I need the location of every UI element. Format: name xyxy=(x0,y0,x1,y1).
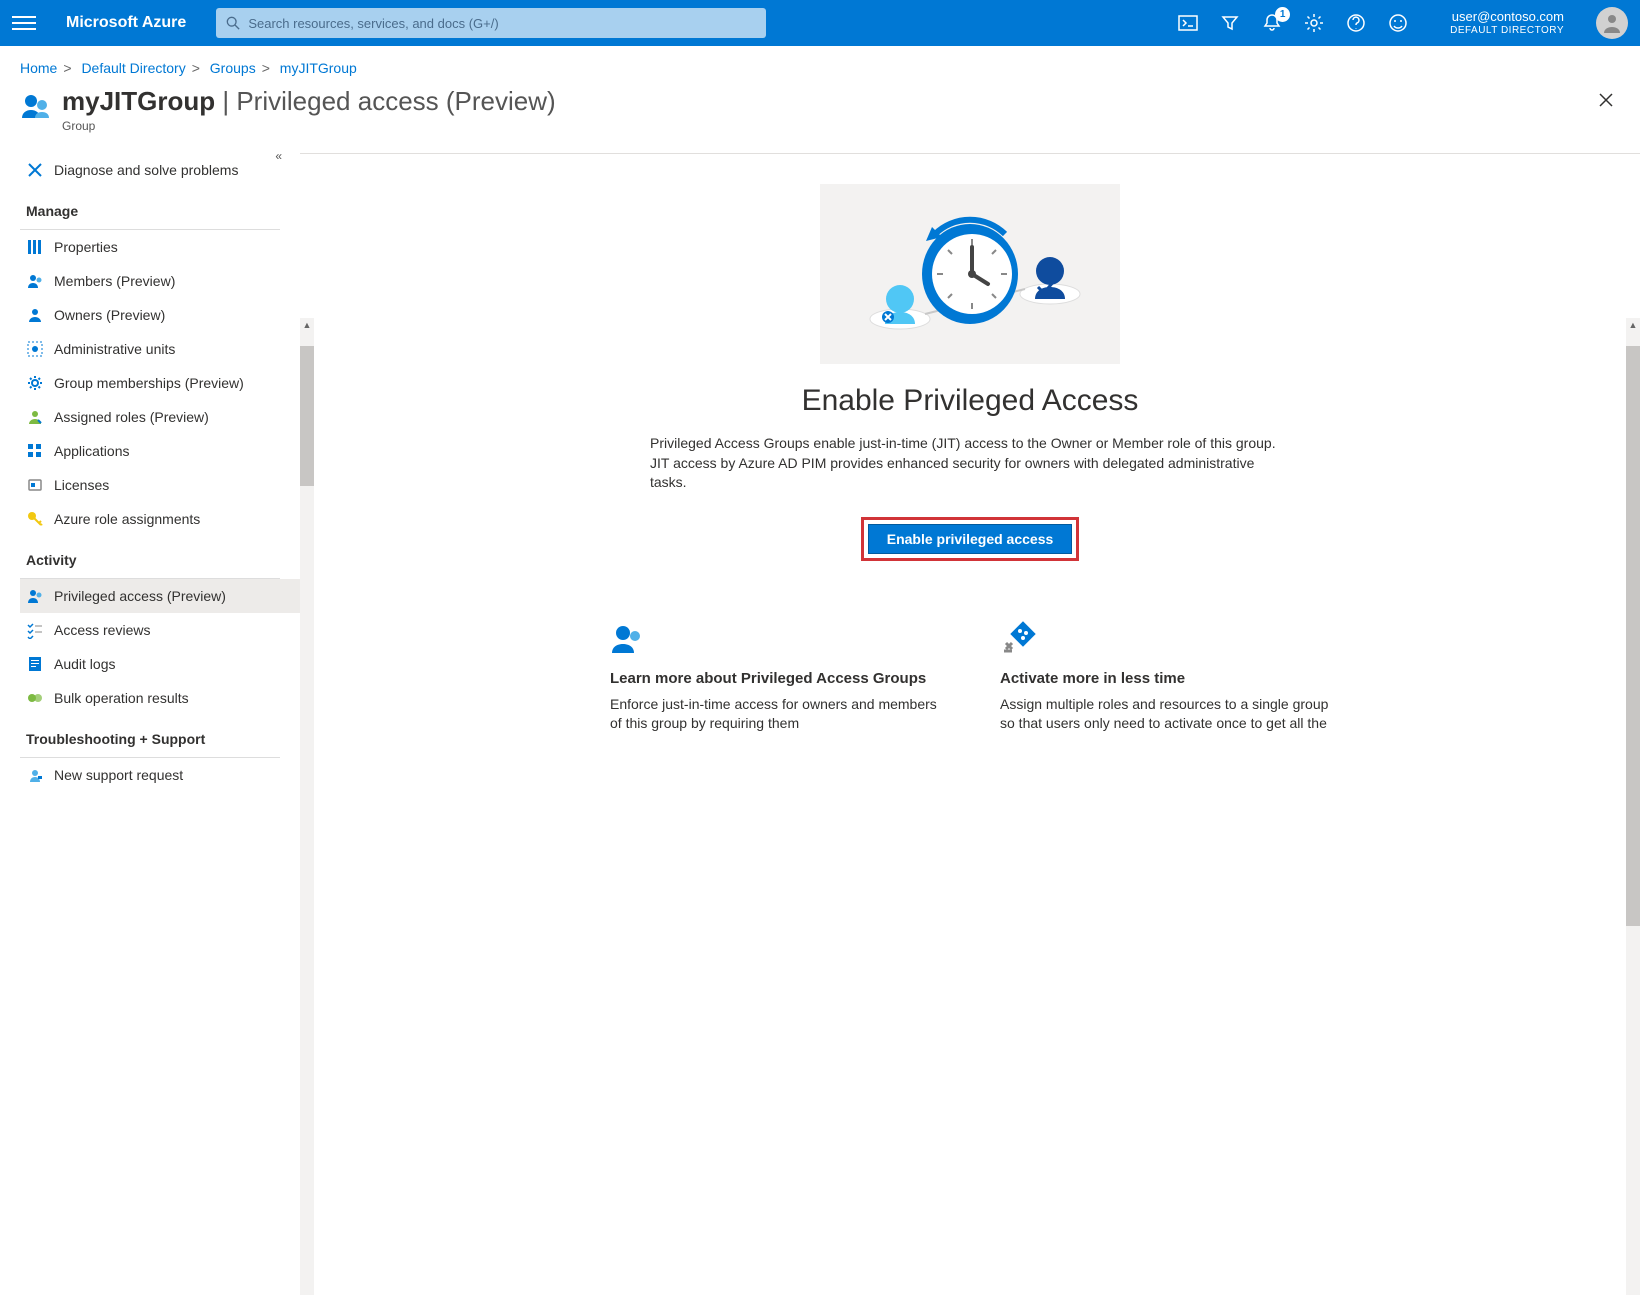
sidebar-item-label: Members (Preview) xyxy=(54,273,175,289)
sidebar-item-label: Audit logs xyxy=(54,656,115,672)
filter-icon[interactable] xyxy=(1220,13,1240,33)
sidebar-item-properties[interactable]: Properties xyxy=(20,230,300,264)
members-icon xyxy=(610,621,646,657)
sidebar-item-label: Group memberships (Preview) xyxy=(54,375,244,391)
sidebar-item-label: Diagnose and solve problems xyxy=(54,162,238,178)
help-icon[interactable] xyxy=(1346,13,1366,33)
sidebar-item-owners-preview-[interactable]: Owners (Preview) xyxy=(20,298,300,332)
sidebar-item-label: Applications xyxy=(54,443,130,459)
info-col-activate: Activate more in less time Assign multip… xyxy=(1000,621,1330,734)
diagnose-icon xyxy=(26,161,44,179)
activate-icon xyxy=(1000,621,1036,657)
owners-icon xyxy=(26,306,44,324)
feedback-icon[interactable] xyxy=(1388,13,1408,33)
sidebar-item-applications[interactable]: Applications xyxy=(20,434,300,468)
user-directory: DEFAULT DIRECTORY xyxy=(1450,25,1564,37)
col-title: Learn more about Privileged Access Group… xyxy=(610,670,940,687)
gear-icon xyxy=(26,374,44,392)
breadcrumb-directory[interactable]: Default Directory xyxy=(81,60,185,76)
key-icon xyxy=(26,510,44,528)
sidebar-item-label: Properties xyxy=(54,239,118,255)
sidebar-item-privileged-access-preview-[interactable]: Privileged access (Preview) xyxy=(20,579,300,613)
sidebar-item-administrative-units[interactable]: Administrative units xyxy=(20,332,300,366)
sidebar-item-label: Privileged access (Preview) xyxy=(54,588,226,604)
col-text: Assign multiple roles and resources to a… xyxy=(1000,695,1330,734)
close-button[interactable] xyxy=(1592,86,1620,117)
checklist-icon xyxy=(26,621,44,639)
sidebar-item-label: Access reviews xyxy=(54,622,150,638)
properties-icon xyxy=(26,238,44,256)
sidebar-item-label: Licenses xyxy=(54,477,109,493)
settings-icon[interactable] xyxy=(1304,13,1324,33)
breadcrumb-home[interactable]: Home xyxy=(20,60,57,76)
hero-title: Enable Privileged Access xyxy=(650,384,1290,418)
group-icon xyxy=(20,90,52,122)
log-icon xyxy=(26,655,44,673)
sidebar: « Diagnose and solve problems Manage Prope… xyxy=(0,153,300,1130)
section-heading: Troubleshooting + Support xyxy=(20,715,300,753)
sidebar-item-diagnose-and-solve-problems[interactable]: Diagnose and solve problems xyxy=(20,153,300,187)
breadcrumb-groups[interactable]: Groups xyxy=(210,60,256,76)
sidebar-item-label: Azure role assignments xyxy=(54,511,200,527)
section-heading: Activity xyxy=(20,536,300,574)
enable-privileged-access-button[interactable]: Enable privileged access xyxy=(868,524,1073,554)
members-icon xyxy=(26,272,44,290)
sidebar-item-bulk-operation-results[interactable]: Bulk operation results xyxy=(20,681,300,715)
top-bar: Microsoft Azure 1 user@contoso.com DEFAU… xyxy=(0,0,1640,46)
info-col-learn-more: Learn more about Privileged Access Group… xyxy=(610,621,940,734)
apps-icon xyxy=(26,442,44,460)
hero-description: Privileged Access Groups enable just-in-… xyxy=(650,434,1290,493)
breadcrumb: Home> Default Directory> Groups> myJITGr… xyxy=(0,46,1640,86)
section-heading: Manage xyxy=(20,187,300,225)
sidebar-item-audit-logs[interactable]: Audit logs xyxy=(20,647,300,681)
breadcrumb-current[interactable]: myJITGroup xyxy=(280,60,357,76)
brand-label[interactable]: Microsoft Azure xyxy=(66,14,186,32)
user-email: user@contoso.com xyxy=(1450,9,1564,25)
resource-type: Group xyxy=(62,119,556,133)
license-icon xyxy=(26,476,44,494)
sidebar-item-group-memberships-preview-[interactable]: Group memberships (Preview) xyxy=(20,366,300,400)
support-icon xyxy=(26,766,44,784)
avatar[interactable] xyxy=(1596,7,1628,39)
sidebar-item-label: Owners (Preview) xyxy=(54,307,165,323)
page-title: myJITGroup | Privileged access (Preview) xyxy=(62,86,556,117)
notif-badge: 1 xyxy=(1275,7,1290,22)
search-box[interactable] xyxy=(216,8,766,38)
hero-illustration xyxy=(820,184,1120,364)
cloud-shell-icon[interactable] xyxy=(1178,13,1198,33)
sidebar-item-label: Assigned roles (Preview) xyxy=(54,409,209,425)
sidebar-item-new-support-request[interactable]: New support request xyxy=(20,758,300,792)
main-content: Enable Privileged Access Privileged Acce… xyxy=(300,153,1640,1130)
col-text: Enforce just-in-time access for owners a… xyxy=(610,695,940,734)
sidebar-item-members-preview-[interactable]: Members (Preview) xyxy=(20,264,300,298)
cta-highlight: Enable privileged access xyxy=(861,517,1080,561)
hamburger-icon[interactable] xyxy=(12,11,36,35)
main-scrollbar[interactable]: ▲ xyxy=(1626,318,1640,1295)
search-input[interactable] xyxy=(248,16,756,31)
page-header: myJITGroup | Privileged access (Preview)… xyxy=(0,86,1640,153)
sidebar-item-label: Bulk operation results xyxy=(54,690,189,706)
admin-units-icon xyxy=(26,340,44,358)
collapse-sidebar-icon[interactable]: « xyxy=(275,153,282,163)
members-icon xyxy=(26,587,44,605)
sidebar-item-access-reviews[interactable]: Access reviews xyxy=(20,613,300,647)
search-icon xyxy=(226,16,240,30)
sidebar-item-assigned-roles-preview-[interactable]: Assigned roles (Preview) xyxy=(20,400,300,434)
roles-icon xyxy=(26,408,44,426)
bulk-icon xyxy=(26,689,44,707)
sidebar-item-azure-role-assignments[interactable]: Azure role assignments xyxy=(20,502,300,536)
sidebar-item-label: Administrative units xyxy=(54,341,175,357)
col-title: Activate more in less time xyxy=(1000,670,1330,687)
user-block[interactable]: user@contoso.com DEFAULT DIRECTORY xyxy=(1450,9,1564,37)
sidebar-item-label: New support request xyxy=(54,767,183,783)
notifications-icon[interactable]: 1 xyxy=(1262,13,1282,33)
sidebar-item-licenses[interactable]: Licenses xyxy=(20,468,300,502)
